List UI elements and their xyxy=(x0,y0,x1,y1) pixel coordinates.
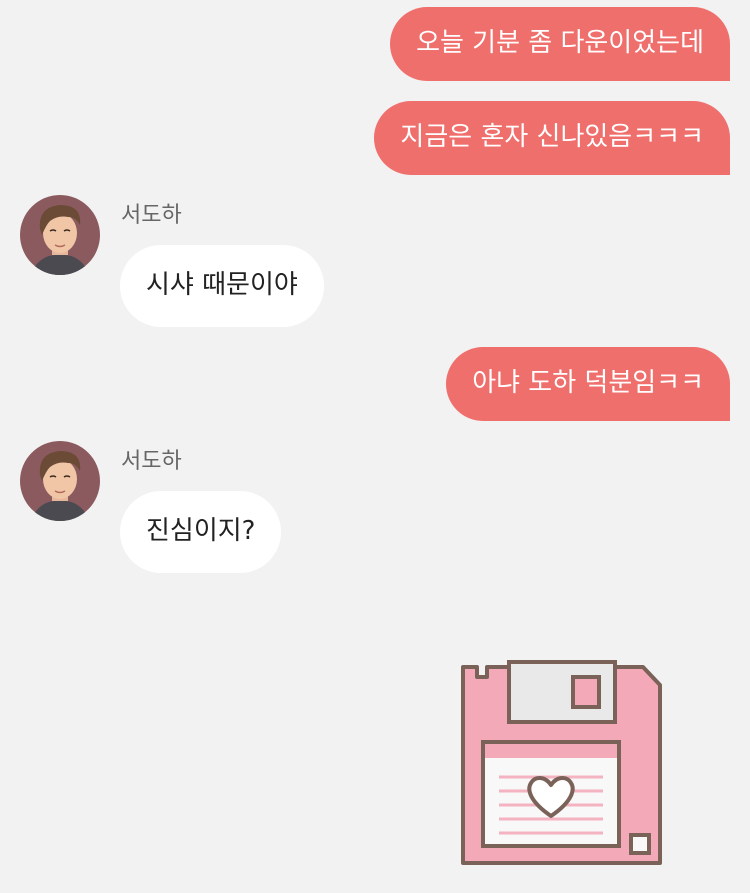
floppy-disk-heart-icon xyxy=(461,660,662,865)
person-avatar-icon xyxy=(20,441,100,521)
person-avatar-icon xyxy=(20,195,100,275)
sent-message-bubble[interactable]: 아냐 도하 덕분임ㅋㅋ xyxy=(446,347,730,421)
sent-message-bubble[interactable]: 오늘 기분 좀 다운이었는데 xyxy=(390,7,730,81)
message-text: 아냐 도하 덕분임ㅋㅋ xyxy=(472,368,704,398)
message-text: 진심이지? xyxy=(146,516,256,546)
message-text: 지금은 혼자 신나있음ㅋㅋㅋ xyxy=(400,122,704,152)
received-message-bubble[interactable]: 시샤 때문이야 xyxy=(120,245,324,327)
sender-name: 서도하 xyxy=(121,203,182,228)
sticker[interactable] xyxy=(455,655,670,874)
message-text: 시샤 때문이야 xyxy=(146,270,298,300)
message-text: 오늘 기분 좀 다운이었는데 xyxy=(416,28,704,58)
sender-name: 서도하 xyxy=(121,449,182,474)
sent-message-bubble[interactable]: 지금은 혼자 신나있음ㅋㅋㅋ xyxy=(374,101,730,175)
avatar[interactable] xyxy=(20,195,100,275)
avatar[interactable] xyxy=(20,441,100,521)
received-message-bubble[interactable]: 진심이지? xyxy=(120,491,282,573)
